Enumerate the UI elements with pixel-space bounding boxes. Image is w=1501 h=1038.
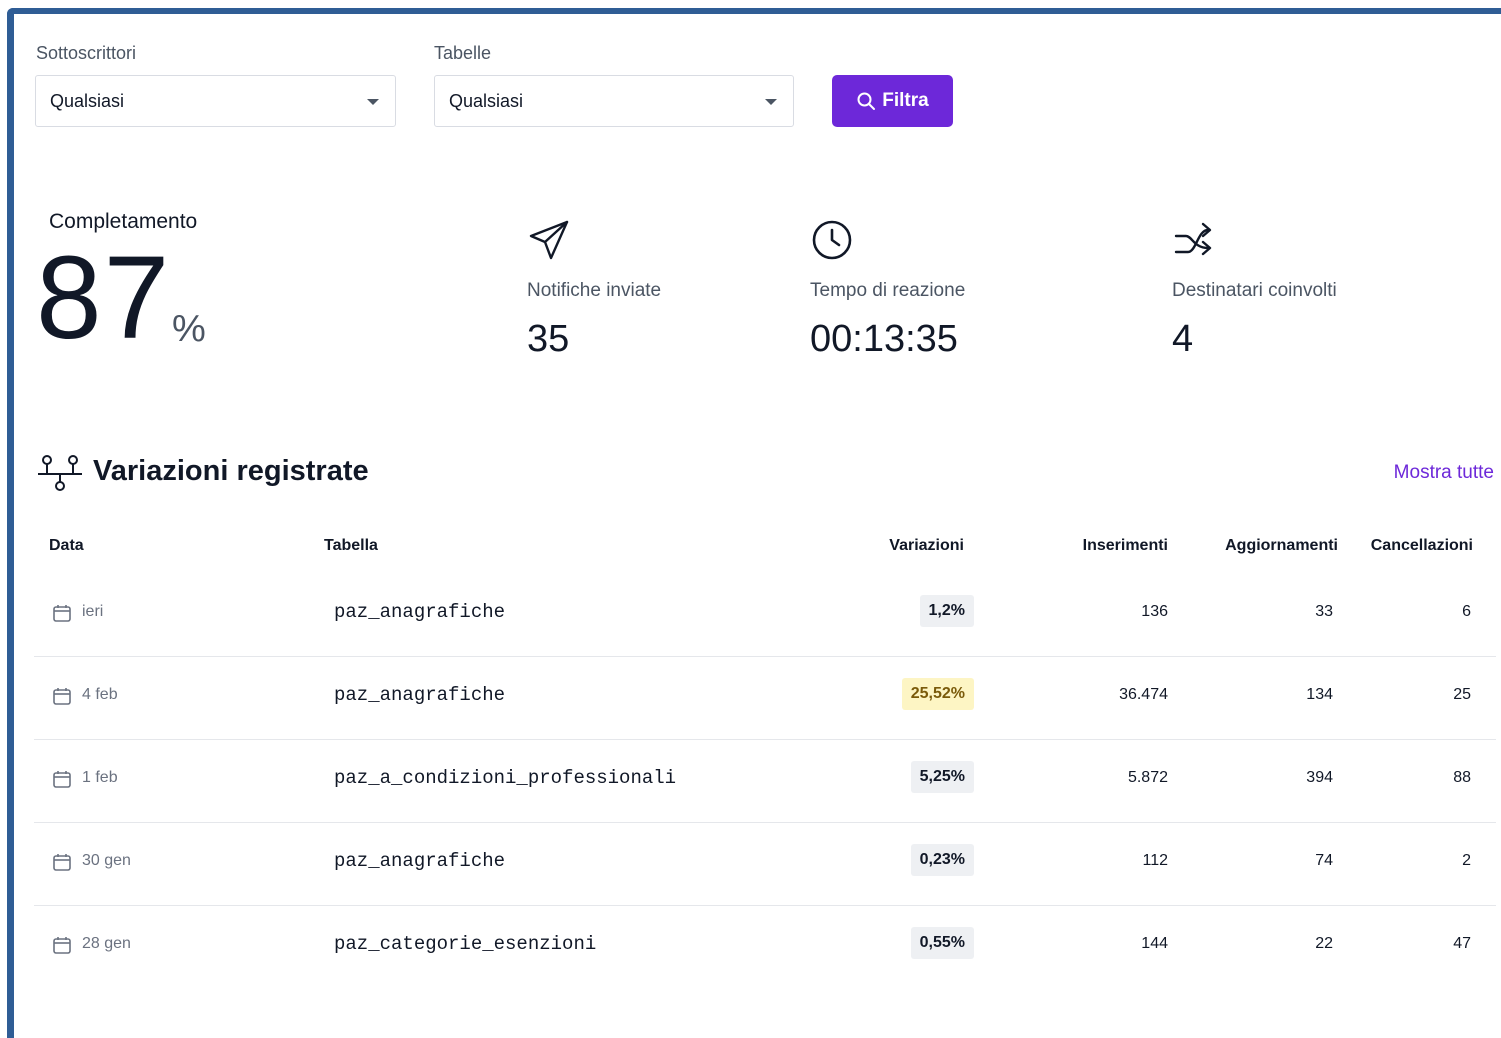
row-table: paz_anagrafiche [334, 850, 506, 872]
row-date: 28 gen [82, 935, 131, 952]
calendar-icon [53, 937, 71, 954]
row-date: ieri [82, 603, 104, 620]
row-table: paz_anagrafiche [334, 684, 506, 706]
row-changes-badge: 0,55% [910, 927, 974, 959]
search-icon [857, 92, 876, 110]
row-deletes: 88 [1453, 769, 1471, 786]
recipients-label: Destinatari coinvolti [1172, 280, 1337, 301]
chevron-down-icon [367, 99, 379, 105]
section-title: Variazioni registrate [93, 455, 369, 487]
notifications-value: 35 [527, 318, 570, 360]
arrows-split-icon [1174, 222, 1212, 256]
table-row[interactable]: 28 gen paz_categorie_esenzioni 0,55% 144… [34, 905, 1496, 988]
completion-value: 87 [36, 232, 172, 364]
row-updates: 22 [1315, 935, 1333, 952]
row-inserts: 36.474 [1119, 686, 1168, 703]
row-date: 30 gen [82, 852, 131, 869]
row-deletes: 2 [1462, 852, 1471, 869]
tables-select[interactable]: Qualsiasi [434, 75, 794, 127]
window-frame-top [0, 0, 1501, 14]
table-row[interactable]: ieri paz_anagrafiche 1,2% 136 33 6 [34, 573, 1496, 657]
row-deletes: 47 [1453, 935, 1471, 952]
notifications-label: Notifiche inviate [527, 280, 662, 301]
subscribers-select[interactable]: Qualsiasi [35, 75, 396, 127]
subscribers-label: Sottoscrittori [36, 43, 137, 63]
row-table: paz_anagrafiche [334, 601, 506, 623]
paper-plane-icon [529, 220, 569, 260]
chevron-down-icon [765, 99, 777, 105]
table-row[interactable]: 30 gen paz_anagrafiche 0,23% 112 74 2 [34, 822, 1496, 906]
row-updates: 394 [1306, 769, 1333, 786]
header-inserts: Inserimenti [1082, 537, 1168, 554]
header-date: Data [49, 537, 84, 554]
row-changes-badge: 0,23% [910, 844, 974, 876]
completion-label: Completamento [49, 210, 198, 233]
calendar-icon [53, 771, 71, 788]
header-updates: Aggiornamenti [1225, 537, 1338, 554]
filter-button-label: Filtra [882, 90, 929, 111]
row-inserts: 136 [1141, 603, 1168, 620]
row-table: paz_a_condizioni_professionali [334, 767, 677, 789]
header-table: Tabella [324, 537, 378, 554]
filter-button[interactable]: Filtra [832, 75, 953, 127]
row-date: 1 feb [82, 769, 118, 786]
subscribers-select-value: Qualsiasi [50, 90, 125, 111]
tables-select-value: Qualsiasi [449, 90, 524, 111]
row-updates: 74 [1315, 852, 1333, 869]
row-updates: 134 [1306, 686, 1333, 703]
window-frame-left [7, 8, 14, 1038]
row-updates: 33 [1315, 603, 1333, 620]
row-table: paz_categorie_esenzioni [334, 933, 597, 955]
row-deletes: 25 [1453, 686, 1471, 703]
git-branch-icon [38, 455, 82, 491]
completion-unit: % [172, 308, 206, 350]
row-deletes: 6 [1462, 603, 1471, 620]
show-all-link[interactable]: Mostra tutte [1394, 462, 1494, 484]
row-changes-badge: 5,25% [910, 761, 974, 793]
row-date: 4 feb [82, 686, 118, 703]
calendar-icon [53, 854, 71, 871]
reaction-time-value: 00:13:35 [810, 318, 958, 360]
calendar-icon [53, 688, 71, 705]
calendar-icon [53, 605, 71, 622]
tables-label: Tabelle [434, 43, 492, 63]
recipients-value: 4 [1172, 318, 1194, 360]
reaction-time-label: Tempo di reazione [810, 280, 966, 301]
row-inserts: 112 [1142, 852, 1168, 869]
row-inserts: 144 [1141, 935, 1168, 952]
row-changes-badge: 1,2% [919, 595, 974, 627]
table-row[interactable]: 1 feb paz_a_condizioni_professionali 5,2… [34, 739, 1496, 823]
row-changes-badge: 25,52% [901, 678, 974, 710]
header-deletes: Cancellazioni [1370, 537, 1473, 554]
clock-icon [812, 220, 852, 260]
header-changes: Variazioni [889, 537, 964, 554]
row-inserts: 5.872 [1127, 769, 1168, 786]
table-row[interactable]: 4 feb paz_anagrafiche 25,52% 36.474 134 … [34, 656, 1496, 740]
